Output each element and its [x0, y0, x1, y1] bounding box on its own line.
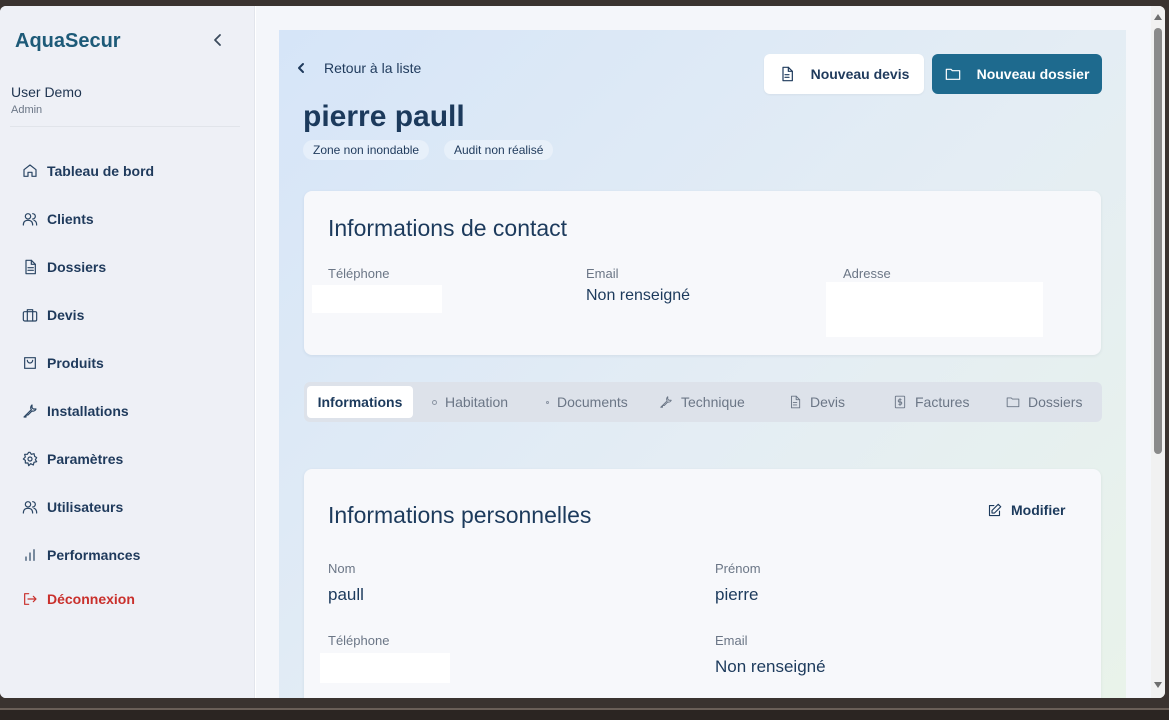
personal-phone-value — [320, 653, 450, 683]
tab-documents[interactable]: Documents — [546, 386, 628, 418]
sidebar-item-label: Devis — [47, 307, 85, 323]
audit-status-badge: Audit non réalisé — [444, 140, 554, 160]
contact-address-value — [826, 282, 1043, 337]
tab-label: Habitation — [445, 394, 509, 410]
personal-phone-label: Téléphone — [328, 633, 390, 648]
users-icon — [22, 501, 38, 514]
sidebar-item-devis[interactable]: Devis — [22, 303, 84, 327]
scrollbar-thumb[interactable] — [1154, 28, 1162, 454]
chevron-left-icon — [214, 34, 221, 46]
home-icon — [23, 164, 37, 177]
tab-devis[interactable]: Devis — [788, 386, 845, 418]
folder-icon — [945, 68, 960, 80]
house-icon — [432, 399, 437, 405]
app-window: AquaSecur User Demo Admin Tableau de bor… — [0, 6, 1165, 698]
contact-email-label: Email — [586, 266, 619, 281]
client-tabs: Informations Habitation Documents Techni… — [304, 382, 1102, 422]
tab-label: Dossiers — [1028, 394, 1083, 410]
brand-logo[interactable]: AquaSecur — [15, 30, 121, 53]
collapse-sidebar-button[interactable] — [210, 30, 226, 50]
sidebar-item-label: Performances — [47, 547, 141, 563]
sidebar-item-label: Tableau de bord — [47, 163, 155, 179]
sidebar-item-dossiers[interactable]: Dossiers — [22, 255, 106, 279]
file-icon — [25, 259, 36, 275]
file-invoice-icon — [791, 395, 801, 409]
tab-label: Documents — [557, 394, 628, 410]
sidebar-item-label: Paramètres — [47, 451, 124, 467]
personal-email-label: Email — [715, 633, 748, 648]
nom-label: Nom — [328, 561, 356, 576]
prenom-label: Prénom — [715, 561, 761, 576]
sidebar-item-clients[interactable]: Clients — [22, 207, 94, 231]
personal-email-value: Non renseigné — [715, 657, 826, 676]
sidebar-item-performances[interactable]: Performances — [22, 543, 140, 567]
gear-icon — [22, 451, 38, 467]
sidebar-item-label: Clients — [47, 211, 94, 227]
edit-icon — [988, 503, 1002, 516]
shopping-bag-icon — [24, 357, 36, 369]
sidebar-item-produits[interactable]: Produits — [22, 351, 104, 375]
back-to-list-link[interactable]: Retour à la liste — [294, 60, 421, 76]
new-devis-button[interactable]: Nouveau devis — [764, 54, 924, 94]
scroll-up-arrow-icon[interactable] — [1154, 14, 1162, 20]
tab-label: Technique — [681, 394, 745, 410]
logout-button[interactable]: Déconnexion — [22, 587, 135, 611]
receipt-dollar-icon — [894, 395, 906, 409]
tab-habitation[interactable]: Habitation — [432, 386, 508, 418]
personal-info-card: Informations personnelles Nom paull Prén… — [304, 469, 1101, 698]
contact-info-card: Informations de contact Téléphone Email … — [304, 191, 1101, 355]
os-taskbar — [0, 708, 1169, 720]
prenom-value: pierre — [715, 585, 759, 604]
file-invoice-icon — [781, 66, 793, 82]
sidebar-item-label: Produits — [47, 355, 104, 371]
tab-label: Factures — [915, 394, 970, 410]
client-name-title: pierre paull — [303, 100, 465, 133]
nom-value: paull — [328, 585, 364, 604]
new-dossier-label: Nouveau dossier — [976, 66, 1090, 82]
sidebar-item-installations[interactable]: Installations — [22, 399, 129, 423]
new-dossier-button[interactable]: Nouveau dossier — [932, 54, 1102, 94]
wrench-icon — [23, 404, 37, 418]
tab-dossiers[interactable]: Dossiers — [1006, 386, 1082, 418]
logout-label: Déconnexion — [47, 591, 135, 607]
sidebar-item-label: Utilisateurs — [47, 499, 124, 515]
document-icon — [546, 400, 549, 404]
divider — [10, 126, 240, 127]
tab-informations[interactable]: Informations — [307, 386, 413, 418]
user-role: Admin — [11, 104, 43, 116]
contact-email-value: Non renseigné — [586, 287, 691, 304]
sidebar-item-tableau-de-bord[interactable]: Tableau de bord — [22, 159, 154, 183]
page-scrollbar[interactable] — [1151, 6, 1165, 698]
wrench-icon — [660, 396, 672, 408]
sidebar-item-parametres[interactable]: Paramètres — [22, 447, 123, 471]
main-content: Retour à la liste Nouveau devis Nouveau … — [256, 6, 1151, 698]
tab-factures[interactable]: Factures — [893, 386, 969, 418]
sidebar: AquaSecur User Demo Admin Tableau de bor… — [0, 6, 255, 698]
personal-card-title: Informations personnelles — [328, 502, 592, 528]
back-label: Retour à la liste — [324, 60, 422, 76]
contact-address-label: Adresse — [843, 266, 891, 281]
bar-chart-icon — [25, 549, 35, 561]
contact-phone-label: Téléphone — [328, 266, 390, 281]
contact-card-title: Informations de contact — [328, 215, 568, 241]
briefcase-icon — [22, 309, 38, 322]
tab-label: Informations — [317, 394, 403, 410]
users-icon — [22, 213, 38, 226]
tab-technique[interactable]: Technique — [659, 386, 745, 418]
scroll-down-arrow-icon[interactable] — [1154, 682, 1162, 688]
sidebar-item-label: Installations — [47, 403, 129, 419]
modify-button[interactable]: Modifier — [987, 502, 1065, 518]
contact-phone-value — [312, 285, 442, 313]
flood-zone-badge: Zone non inondable — [303, 140, 430, 160]
chevron-left-icon — [298, 63, 304, 73]
modify-label: Modifier — [1011, 502, 1066, 518]
tab-label: Devis — [810, 394, 846, 410]
sidebar-item-utilisateurs[interactable]: Utilisateurs — [22, 495, 123, 519]
sidebar-item-label: Dossiers — [47, 259, 107, 275]
folder-icon — [1006, 397, 1020, 408]
new-devis-label: Nouveau devis — [810, 66, 910, 82]
user-name: User Demo — [11, 84, 82, 100]
logout-icon — [24, 593, 37, 605]
